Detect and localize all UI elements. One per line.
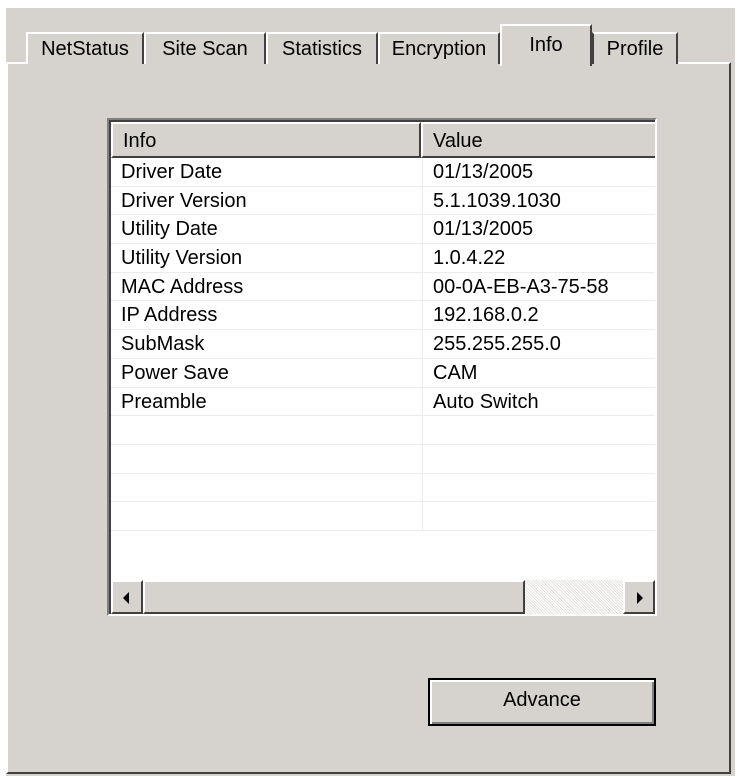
row-value-cell: 1.0.4.22 — [433, 247, 506, 270]
row-value-cell: 255.255.255.0 — [433, 333, 561, 356]
row-value-cell: 01/13/2005 — [433, 218, 534, 241]
table-row[interactable]: Preamble Auto Switch — [111, 387, 655, 417]
table-row[interactable]: IP Address 192.168.0.2 — [111, 301, 655, 331]
row-value-cell: Auto Switch — [433, 390, 539, 413]
row-info-cell — [111, 444, 423, 473]
row-info-cell: SubMask — [111, 330, 423, 358]
tab-netstatus[interactable]: NetStatus — [26, 32, 144, 64]
empty-row — [111, 444, 655, 474]
row-info-cell — [111, 502, 423, 530]
tab-site-scan[interactable]: Site Scan — [144, 32, 266, 64]
tab-encryption[interactable]: Encryption — [378, 32, 500, 64]
row-value-cell: 00-0A-EB-A3-75-58 — [433, 275, 609, 298]
row-info-cell: Driver Version — [111, 186, 423, 215]
row-value-cell — [423, 416, 655, 444]
empty-row — [111, 502, 655, 531]
arrow-right-icon — [637, 592, 643, 604]
scroll-thumb[interactable] — [143, 580, 525, 614]
advance-button[interactable]: Advance — [428, 678, 656, 726]
info-list-view[interactable]: Info Value Driver Date 01/13/2005 Driver… — [107, 118, 657, 616]
column-header-value[interactable]: Value — [421, 122, 655, 158]
table-row[interactable]: MAC Address 00-0A-EB-A3-75-58 — [111, 272, 655, 302]
tab-profile[interactable]: Profile — [592, 32, 678, 64]
tab-info[interactable]: Info — [500, 24, 592, 66]
row-value-cell — [423, 474, 655, 502]
list-frame: Info Value Driver Date 01/13/2005 Driver… — [109, 120, 655, 614]
row-info-cell: Utility Version — [111, 244, 423, 272]
arrow-left-icon — [123, 592, 129, 604]
horizontal-scrollbar[interactable] — [111, 580, 655, 614]
row-info-cell — [111, 416, 423, 444]
row-info-cell: Driver Date — [111, 158, 423, 186]
table-row[interactable]: Driver Date 01/13/2005 — [111, 158, 655, 187]
row-value-cell: 5.1.1039.1030 — [433, 189, 561, 212]
row-value-cell — [423, 445, 655, 473]
table-row[interactable]: SubMask 255.255.255.0 — [111, 330, 655, 359]
row-info-cell: MAC Address — [111, 272, 423, 301]
scroll-left-button[interactable] — [111, 580, 143, 614]
tab-statistics[interactable]: Statistics — [266, 32, 378, 64]
column-header-info[interactable]: Info — [111, 122, 421, 158]
row-info-cell: IP Address — [111, 301, 423, 330]
empty-row — [111, 473, 655, 503]
table-row[interactable]: Driver Version 5.1.1039.1030 — [111, 186, 655, 216]
table-row[interactable]: Utility Date 01/13/2005 — [111, 215, 655, 245]
row-info-cell: Power Save — [111, 358, 423, 387]
row-value-cell: 192.168.0.2 — [433, 304, 539, 327]
table-row[interactable]: Utility Version 1.0.4.22 — [111, 244, 655, 273]
tab-strip: NetStatus Site Scan Statistics Encryptio… — [26, 22, 726, 66]
row-info-cell: Utility Date — [111, 215, 423, 244]
row-value-cell: CAM — [433, 361, 478, 384]
row-value-cell — [423, 502, 655, 530]
scroll-right-button[interactable] — [623, 580, 655, 614]
table-row[interactable]: Power Save CAM — [111, 358, 655, 388]
list-header: Info Value — [111, 122, 655, 158]
row-info-cell — [111, 473, 423, 502]
list-rows: Driver Date 01/13/2005 Driver Version 5.… — [111, 158, 655, 531]
empty-row — [111, 416, 655, 445]
row-value-cell: 01/13/2005 — [433, 161, 534, 183]
row-info-cell: Preamble — [111, 387, 423, 416]
